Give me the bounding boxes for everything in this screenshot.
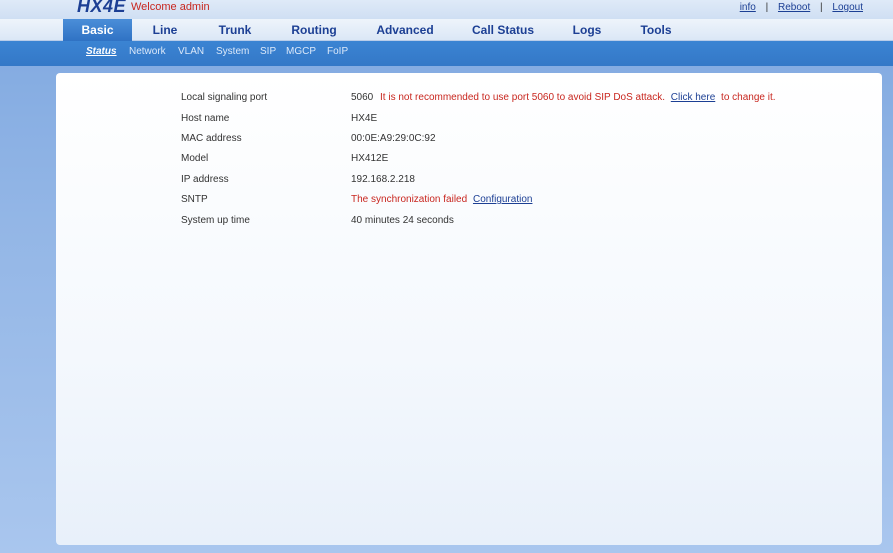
sub-nav: Status Network VLAN System SIP MGCP FoIP [0, 41, 893, 66]
model-label: Model [181, 153, 209, 164]
sntp-label: SNTP [181, 194, 208, 205]
signaling-port-label: Local signaling port [181, 92, 268, 103]
sntp-warning: The synchronization failed [351, 194, 468, 205]
subtab-mgcp[interactable]: MGCP [286, 46, 316, 57]
ip-address-value: 192.168.2.218 [351, 174, 415, 185]
signaling-port-warning: It is not recommended to use port 5060 t… [380, 92, 666, 103]
link-separator: | [820, 2, 823, 13]
tab-advanced[interactable]: Advanced [369, 19, 441, 41]
logout-link[interactable]: Logout [832, 2, 863, 13]
subtab-foip[interactable]: FoIP [327, 46, 348, 57]
sntp-value: The synchronization failed Configuration [351, 194, 532, 205]
tab-basic[interactable]: Basic [63, 19, 132, 41]
subtab-status[interactable]: Status [86, 46, 117, 57]
ip-address-label: IP address [181, 174, 229, 185]
top-bar: HX4E Welcome admin info | Reboot | Logou… [0, 0, 893, 19]
mac-address-label: MAC address [181, 133, 242, 144]
top-links: info | Reboot | Logout [740, 2, 863, 13]
tab-call-status[interactable]: Call Status [465, 19, 541, 41]
model-value: HX412E [351, 153, 389, 164]
tab-routing[interactable]: Routing [284, 19, 344, 41]
uptime-value: 40 minutes 24 seconds [351, 215, 454, 226]
tab-line[interactable]: Line [142, 19, 188, 41]
mac-address-value: 00:0E:A9:29:0C:92 [351, 133, 436, 144]
host-name-value: HX4E [351, 113, 378, 124]
sntp-configuration-link[interactable]: Configuration [473, 194, 532, 205]
subtab-network[interactable]: Network [129, 46, 166, 57]
subtab-system[interactable]: System [216, 46, 249, 57]
subtab-sip[interactable]: SIP [260, 46, 276, 57]
status-panel: Local signaling port 5060 It is not reco… [56, 73, 882, 545]
signaling-port-number: 5060 [351, 92, 374, 103]
signaling-port-suffix: to change it. [721, 92, 776, 103]
main-nav: Basic Line Trunk Routing Advanced Call S… [0, 19, 893, 41]
host-name-label: Host name [181, 113, 230, 124]
change-port-link[interactable]: Click here [671, 92, 715, 103]
tab-tools[interactable]: Tools [633, 19, 679, 41]
uptime-label: System up time [181, 215, 250, 226]
info-link[interactable]: info [740, 2, 756, 13]
brand-logo: HX4E [77, 0, 127, 16]
link-separator: | [765, 2, 769, 13]
tab-logs[interactable]: Logs [566, 19, 608, 41]
signaling-port-value: 5060 It is not recommended to use port 5… [351, 92, 776, 103]
reboot-link[interactable]: Reboot [778, 2, 810, 13]
subtab-vlan[interactable]: VLAN [178, 46, 204, 57]
tab-trunk[interactable]: Trunk [210, 19, 260, 41]
welcome-text: Welcome admin [131, 1, 210, 13]
